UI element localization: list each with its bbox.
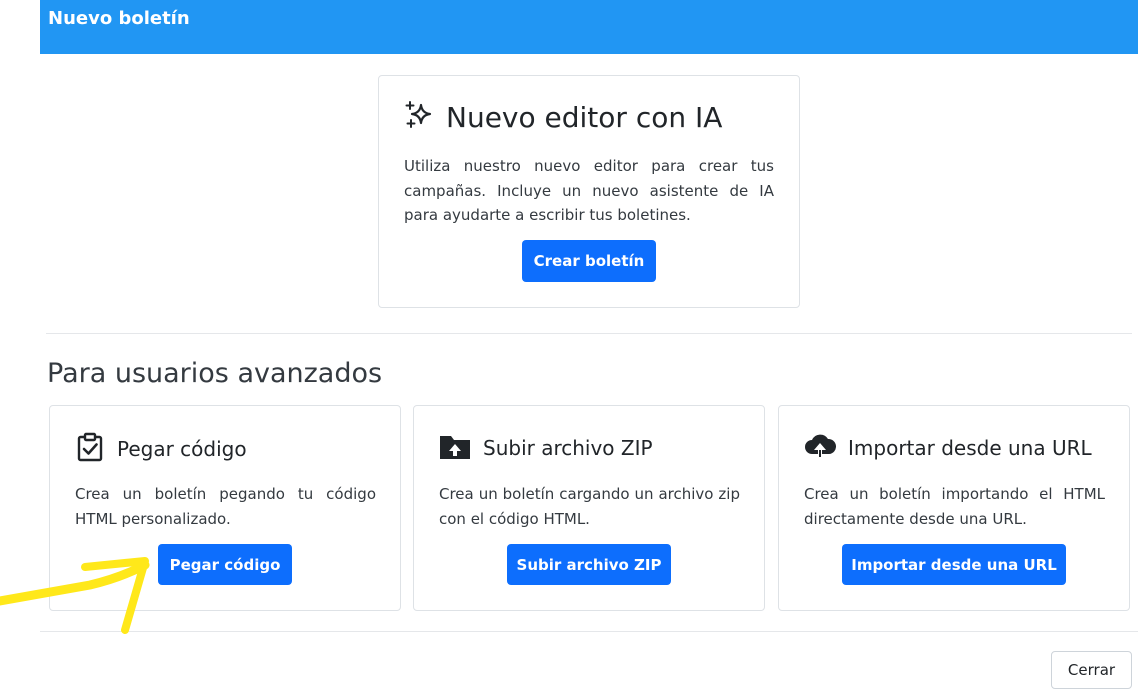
footer-divider: [40, 631, 1138, 632]
upload-zip-button[interactable]: Subir archivo ZIP: [507, 544, 671, 585]
create-newsletter-button[interactable]: Crear boletín: [522, 240, 656, 282]
section-divider: [46, 333, 1132, 334]
cloud-upload-icon: [804, 432, 837, 464]
upload-zip-description: Crea un boletín cargando un archivo zip …: [439, 485, 740, 528]
import-url-card: Importar desde una URL Crea un boletín i…: [778, 405, 1130, 611]
close-button[interactable]: Cerrar: [1051, 651, 1132, 689]
ai-editor-title-row: Nuevo editor con IA: [404, 100, 722, 134]
sparkles-icon: [404, 100, 434, 134]
upload-zip-title-row: Subir archivo ZIP: [439, 432, 653, 464]
import-url-button[interactable]: Importar desde una URL: [842, 544, 1066, 585]
ai-editor-card: Nuevo editor con IA Utiliza nuestro nuev…: [378, 75, 800, 308]
upload-zip-card: Subir archivo ZIP Crea un boletín cargan…: [413, 405, 765, 611]
import-url-title-row: Importar desde una URL: [804, 432, 1092, 464]
paste-code-description: Crea un boletín pegando tu código HTML p…: [75, 485, 376, 528]
paste-code-title-row: Pegar código: [75, 432, 247, 466]
modal-header: Nuevo boletín: [40, 0, 1138, 54]
clipboard-check-icon: [75, 432, 105, 466]
ai-editor-description: Utiliza nuestro nuevo editor para crear …: [404, 157, 774, 224]
modal-title: Nuevo boletín: [48, 8, 190, 29]
paste-code-title: Pegar código: [117, 437, 247, 461]
folder-upload-icon: [439, 432, 471, 464]
advanced-section-title: Para usuarios avanzados: [47, 358, 383, 389]
import-url-description: Crea un boletín importando el HTML direc…: [804, 485, 1105, 528]
annotation-arrow-icon: [0, 557, 150, 634]
upload-zip-title: Subir archivo ZIP: [483, 436, 653, 460]
import-url-title: Importar desde una URL: [848, 436, 1092, 460]
paste-code-button[interactable]: Pegar código: [158, 544, 292, 585]
ai-editor-title: Nuevo editor con IA: [446, 100, 723, 134]
